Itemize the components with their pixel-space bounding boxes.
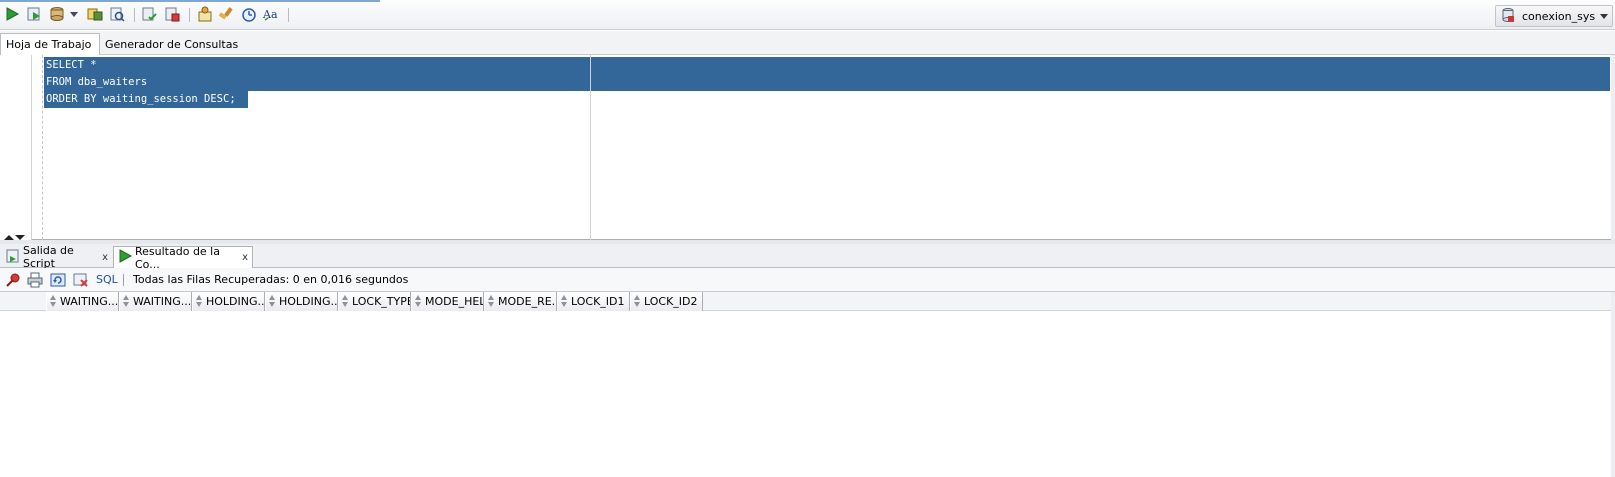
run-statement-icon[interactable]: [3, 5, 21, 23]
sort-icon: [633, 295, 641, 308]
tab-label: Salida de Script: [23, 244, 74, 270]
column-header-label: LOCK_TYPE: [352, 295, 410, 308]
column-header[interactable]: HOLDING...: [265, 292, 338, 311]
column-header[interactable]: WAITING...: [119, 292, 192, 311]
connection-selector[interactable]: conexion_sys: [1495, 5, 1613, 27]
line-number-gutter: [0, 55, 32, 240]
column-header[interactable]: WAITING...: [46, 292, 119, 311]
column-header[interactable]: LOCK_ID1: [557, 292, 630, 311]
sort-icon: [560, 295, 568, 308]
sql-editor[interactable]: SELECT * FROM dba_waiters ORDER BY waiti…: [0, 55, 1615, 240]
code-line-2[interactable]: FROM dba_waiters: [46, 74, 147, 91]
column-header[interactable]: LOCK_TYPE: [338, 292, 411, 311]
pin-icon[interactable]: [4, 271, 22, 289]
result-tab-bar: Salida de Script x Resultado de la Co...…: [0, 244, 1615, 271]
editor-scroll-edge: [1611, 55, 1615, 240]
chevron-down-icon[interactable]: [1600, 14, 1608, 19]
selection-highlight: [44, 57, 1610, 91]
delete-rows-icon[interactable]: [72, 271, 90, 289]
sql-link[interactable]: SQL: [96, 273, 118, 286]
history-icon[interactable]: [240, 5, 258, 23]
main-toolbar: Aa conexion_sys: [0, 0, 1615, 30]
grid-header: WAITING... WAITING... HOLDING... HOLDING…: [0, 292, 1615, 311]
toolbar-accent-line: [0, 0, 380, 2]
toolbar-separator: [189, 8, 190, 22]
tab-hoja-de-trabajo[interactable]: Hoja de Trabajo: [0, 33, 100, 55]
column-header[interactable]: HOLDING...: [192, 292, 265, 311]
code-line-1[interactable]: SELECT *: [46, 57, 97, 74]
tab-label: Hoja de Trabajo: [6, 38, 92, 51]
query-status-text: Todas las Filas Recuperadas: 0 en 0,016 …: [133, 273, 409, 286]
script-output-icon: [6, 249, 20, 266]
toolbar-separator: [123, 274, 124, 286]
column-header-label: HOLDING...: [279, 295, 337, 308]
sort-icon: [268, 295, 276, 308]
column-header-label: MODE_RE...: [498, 295, 556, 308]
toolbar-separator: [134, 8, 135, 22]
column-header-label: HOLDING...: [206, 295, 264, 308]
column-header-label: LOCK_ID1: [571, 295, 625, 308]
connection-name: conexion_sys: [1522, 9, 1596, 23]
tab-salida-de-script[interactable]: Salida de Script x: [2, 244, 112, 270]
sort-icon: [487, 295, 495, 308]
tab-label: Resultado de la Co...: [135, 244, 220, 271]
close-icon[interactable]: x: [242, 252, 248, 263]
run-script-icon[interactable]: [25, 5, 43, 23]
sort-icon: [122, 295, 130, 308]
column-header-label: WAITING...: [60, 295, 118, 308]
sort-icon: [195, 295, 203, 308]
commit-icon[interactable]: [48, 5, 66, 23]
worksheet-tab-bar: Hoja de Trabajo Generador de Consultas: [0, 31, 1615, 55]
sort-icon: [414, 295, 422, 308]
fold-guide: [42, 55, 43, 240]
sql-tuning-icon[interactable]: [196, 5, 214, 23]
result-toolbar: SQL Todas las Filas Recuperadas: 0 en 0,…: [0, 268, 1615, 292]
column-header[interactable]: MODE_HELD: [411, 292, 484, 311]
column-header-label: MODE_HELD: [425, 295, 483, 308]
right-margin-guide: [590, 55, 591, 240]
column-header-label: LOCK_ID2: [644, 295, 698, 308]
result-grid[interactable]: WAITING... WAITING... HOLDING... HOLDING…: [0, 292, 1615, 477]
grid-scroll-edge: [1611, 292, 1615, 477]
close-icon[interactable]: x: [102, 252, 108, 263]
tab-label: Generador de Consultas: [105, 37, 239, 51]
tab-resultado-de-la-consulta[interactable]: Resultado de la Co... x: [113, 244, 253, 271]
toolbar-separator: [288, 8, 289, 22]
run-result-icon: [118, 249, 133, 266]
explain-plan-icon[interactable]: [86, 5, 104, 23]
tab-generador-de-consultas[interactable]: Generador de Consultas: [100, 33, 243, 55]
cancel-icon[interactable]: [163, 5, 181, 23]
code-line-3[interactable]: ORDER BY waiting_session DESC;: [46, 91, 236, 108]
format-icon[interactable]: Aa: [262, 5, 280, 23]
column-header[interactable]: LOCK_ID2: [630, 292, 703, 311]
sort-icon: [49, 295, 57, 308]
autotrace-icon[interactable]: [108, 5, 126, 23]
svg-text:Aa: Aa: [262, 8, 278, 21]
print-icon[interactable]: [26, 271, 44, 289]
rollback-icon[interactable]: [140, 5, 158, 23]
column-header[interactable]: MODE_RE...: [484, 292, 557, 311]
refresh-icon[interactable]: [49, 271, 67, 289]
column-header-label: WAITING...: [133, 295, 191, 308]
dropdown-arrow-icon[interactable]: [68, 5, 80, 23]
clear-icon[interactable]: [218, 5, 236, 23]
sort-icon: [341, 295, 349, 308]
database-connection-icon: [1500, 7, 1516, 26]
